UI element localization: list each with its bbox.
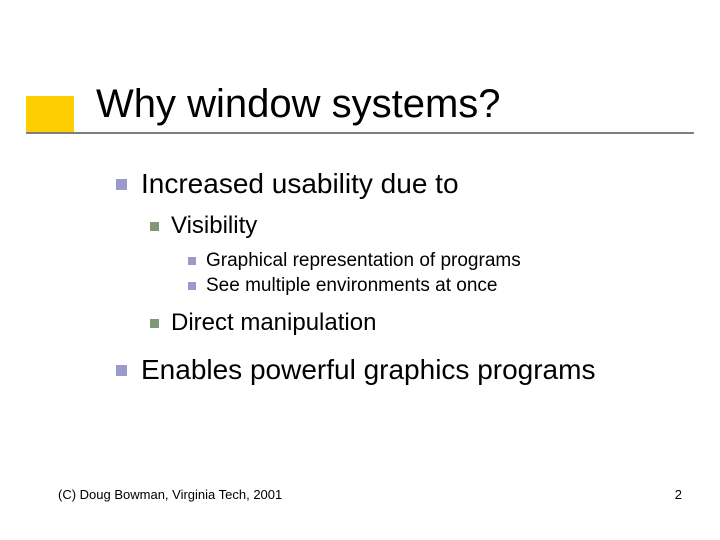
bullet-icon bbox=[188, 257, 196, 265]
bullet-level2: Visibility bbox=[150, 211, 676, 241]
bullet-text: Direct manipulation bbox=[171, 308, 376, 338]
bullet-level3: See multiple environments at once bbox=[188, 274, 676, 299]
bullet-text: See multiple environments at once bbox=[206, 274, 498, 299]
bullet-icon bbox=[150, 319, 159, 328]
title-underline bbox=[26, 132, 694, 134]
bullet-icon bbox=[150, 222, 159, 231]
bullet-icon bbox=[188, 282, 196, 290]
footer-page-number: 2 bbox=[675, 487, 682, 502]
title-accent-block bbox=[26, 96, 74, 132]
bullet-icon bbox=[116, 179, 127, 190]
footer-copyright: (C) Doug Bowman, Virginia Tech, 2001 bbox=[58, 487, 282, 502]
bullet-level1: Enables powerful graphics programs bbox=[116, 352, 676, 387]
bullet-level2: Direct manipulation bbox=[150, 308, 676, 338]
bullet-icon bbox=[116, 365, 127, 376]
bullet-text: Graphical representation of programs bbox=[206, 249, 521, 274]
bullet-text: Visibility bbox=[171, 211, 257, 241]
slide-title: Why window systems? bbox=[96, 82, 501, 127]
bullet-text: Increased usability due to bbox=[141, 166, 459, 201]
bullet-level3: Graphical representation of programs bbox=[188, 249, 676, 274]
bullet-level1: Increased usability due to bbox=[116, 166, 676, 201]
bullet-text: Enables powerful graphics programs bbox=[141, 352, 595, 387]
slide-body: Increased usability due to Visibility Gr… bbox=[116, 166, 676, 387]
